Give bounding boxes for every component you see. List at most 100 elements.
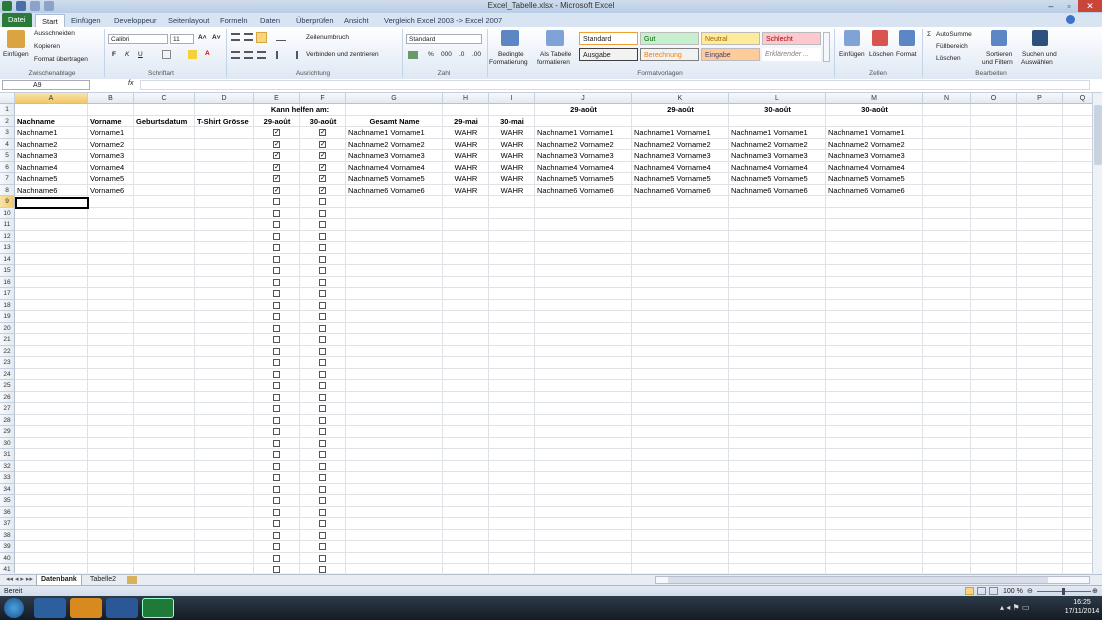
page-layout-icon[interactable] bbox=[977, 587, 986, 595]
row-header[interactable]: 39 bbox=[0, 541, 15, 553]
select-all-corner[interactable] bbox=[0, 93, 15, 104]
checkbox[interactable] bbox=[319, 554, 326, 562]
checkbox[interactable] bbox=[319, 313, 326, 320]
checkbox[interactable] bbox=[273, 255, 280, 263]
checkbox[interactable] bbox=[273, 439, 280, 447]
delete-cells-button[interactable]: Löschen bbox=[869, 51, 894, 58]
row-header[interactable]: 40 bbox=[0, 552, 15, 564]
help-icon[interactable] bbox=[1066, 15, 1075, 24]
row-header[interactable]: 33 bbox=[0, 472, 15, 484]
delete-cells-icon[interactable] bbox=[872, 30, 888, 46]
checkbox[interactable] bbox=[273, 324, 280, 332]
find-select-button[interactable]: Suchen und bbox=[1022, 51, 1057, 58]
row-header[interactable]: 11 bbox=[0, 219, 15, 231]
column-header-m[interactable]: M bbox=[826, 93, 923, 104]
checkbox[interactable] bbox=[273, 267, 280, 274]
format-cells-button[interactable]: Format bbox=[896, 51, 917, 58]
checkbox[interactable] bbox=[319, 336, 326, 343]
row-header[interactable]: 2 bbox=[0, 115, 15, 127]
row-header[interactable]: 8 bbox=[0, 184, 15, 196]
checkbox[interactable] bbox=[273, 428, 280, 435]
tab-developpeur[interactable]: Developpeur bbox=[108, 14, 163, 27]
checkbox[interactable] bbox=[319, 416, 326, 424]
row-header[interactable]: 23 bbox=[0, 357, 15, 369]
increase-decimal-icon[interactable]: .0 bbox=[459, 51, 464, 58]
checkbox[interactable] bbox=[319, 508, 326, 516]
row-header[interactable]: 38 bbox=[0, 529, 15, 541]
checkbox[interactable]: ✓ bbox=[319, 129, 326, 136]
style-ausgabe[interactable]: Ausgabe bbox=[579, 48, 638, 61]
sort-filter-icon[interactable] bbox=[991, 30, 1007, 46]
format-as-table-button[interactable]: Als Tabelle bbox=[540, 51, 571, 58]
row-header[interactable]: 34 bbox=[0, 483, 15, 495]
sheet-tab-tabelle2[interactable]: Tabelle2 bbox=[86, 575, 120, 585]
normal-view-icon[interactable] bbox=[965, 587, 974, 595]
row-header[interactable]: 1 bbox=[0, 104, 15, 116]
checkbox[interactable] bbox=[273, 393, 280, 401]
row-header[interactable]: 36 bbox=[0, 506, 15, 518]
paste-button[interactable]: Einfügen bbox=[3, 51, 29, 58]
align-center-icon[interactable] bbox=[244, 51, 253, 59]
row-header[interactable]: 26 bbox=[0, 391, 15, 403]
style-standard[interactable]: Standard bbox=[579, 32, 638, 45]
checkbox[interactable] bbox=[273, 382, 280, 389]
insert-function-icon[interactable]: fx bbox=[128, 80, 133, 87]
new-sheet-icon[interactable] bbox=[127, 576, 137, 584]
row-header[interactable]: 14 bbox=[0, 253, 15, 265]
align-top-icon[interactable] bbox=[231, 33, 240, 41]
checkbox[interactable] bbox=[319, 278, 326, 286]
conditional-format-icon[interactable] bbox=[501, 30, 519, 46]
checkbox[interactable] bbox=[273, 301, 280, 309]
font-color-icon[interactable]: A bbox=[205, 50, 210, 57]
shrink-font-icon[interactable]: A˅ bbox=[212, 34, 221, 41]
align-right-icon[interactable] bbox=[257, 51, 266, 59]
excel-taskbar-icon[interactable] bbox=[142, 598, 174, 618]
checkbox[interactable] bbox=[273, 474, 280, 481]
zoom-slider-thumb[interactable] bbox=[1062, 588, 1065, 595]
column-header-g[interactable]: G bbox=[346, 93, 443, 104]
checkbox[interactable] bbox=[319, 439, 326, 447]
decrease-indent-icon[interactable] bbox=[276, 51, 285, 59]
checkbox[interactable] bbox=[273, 485, 280, 493]
align-left-icon[interactable] bbox=[231, 51, 240, 59]
style-schlecht[interactable]: Schlecht bbox=[762, 32, 821, 45]
row-header[interactable]: 7 bbox=[0, 173, 15, 185]
tab-seitenlayout[interactable]: Seitenlayout bbox=[162, 14, 215, 27]
style-gut[interactable]: Gut bbox=[640, 32, 699, 45]
tab-daten[interactable]: Daten bbox=[254, 14, 286, 27]
column-header-b[interactable]: B bbox=[88, 93, 134, 104]
checkbox[interactable] bbox=[273, 347, 280, 355]
style-neutral[interactable]: Neutral bbox=[701, 32, 760, 45]
checkbox[interactable] bbox=[273, 405, 280, 412]
horizontal-scrollbar[interactable] bbox=[655, 576, 1090, 584]
checkbox[interactable] bbox=[273, 278, 280, 286]
checkbox[interactable] bbox=[319, 209, 326, 217]
checkbox[interactable]: ✓ bbox=[273, 152, 280, 159]
checkbox[interactable] bbox=[273, 244, 280, 251]
tab-formeln[interactable]: Formeln bbox=[214, 14, 254, 27]
bold-button[interactable]: F bbox=[112, 51, 116, 58]
name-box[interactable]: A9 bbox=[2, 80, 90, 90]
row-header[interactable]: 18 bbox=[0, 299, 15, 311]
checkbox[interactable] bbox=[319, 497, 326, 504]
thousands-button[interactable]: 000 bbox=[441, 51, 452, 58]
row-header[interactable]: 31 bbox=[0, 449, 15, 461]
checkbox[interactable] bbox=[319, 290, 326, 297]
row-header[interactable]: 28 bbox=[0, 414, 15, 426]
percent-button[interactable]: % bbox=[428, 51, 434, 58]
checkbox[interactable] bbox=[319, 359, 326, 366]
column-header-f[interactable]: F bbox=[300, 93, 346, 104]
checkbox[interactable]: ✓ bbox=[319, 140, 326, 148]
checkbox[interactable] bbox=[273, 520, 280, 527]
row-header[interactable]: 6 bbox=[0, 161, 15, 173]
column-header-d[interactable]: D bbox=[195, 93, 254, 104]
underline-button[interactable]: U bbox=[138, 51, 143, 58]
checkbox[interactable] bbox=[319, 520, 326, 527]
checkbox[interactable]: ✓ bbox=[273, 186, 280, 194]
checkbox[interactable] bbox=[273, 313, 280, 320]
column-header-p[interactable]: P bbox=[1017, 93, 1063, 104]
row-header[interactable]: 16 bbox=[0, 276, 15, 288]
checkbox[interactable]: ✓ bbox=[319, 186, 326, 194]
column-header-q[interactable]: Q bbox=[1063, 93, 1092, 104]
cut-button[interactable]: Ausschneiden bbox=[34, 30, 75, 37]
